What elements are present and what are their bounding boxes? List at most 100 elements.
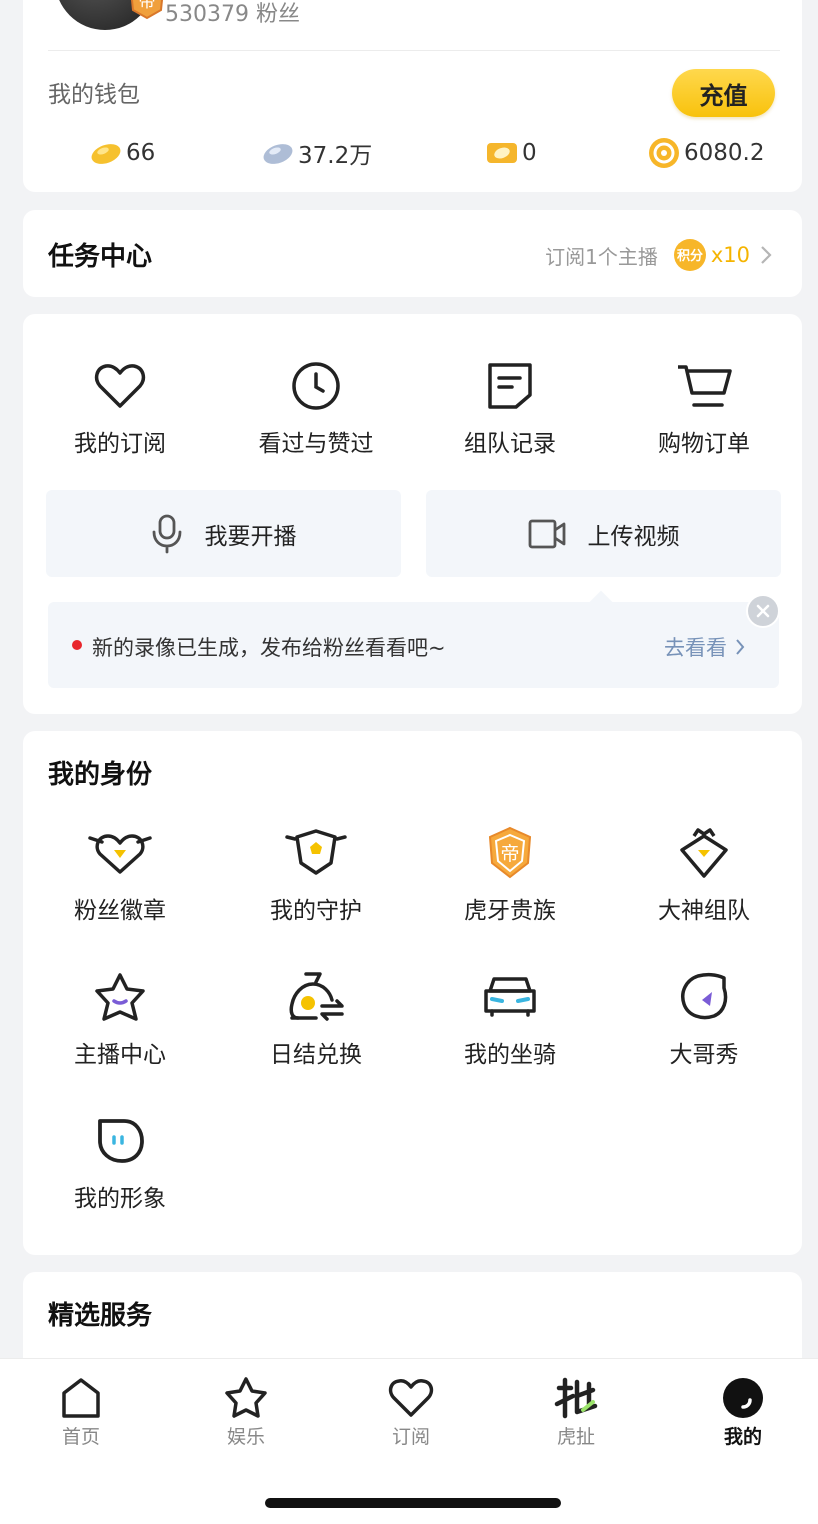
avatar-image-icon [98, 1119, 144, 1163]
chevron-right-icon [761, 246, 772, 264]
menu-label: 我的订阅 [74, 431, 166, 457]
identity-label: 我的坐骑 [464, 1042, 556, 1068]
wallet-ticket[interactable]: 0 [485, 135, 537, 171]
team-icon [680, 828, 728, 878]
red-dot [72, 640, 82, 650]
identity-label: 粉丝徽章 [74, 898, 166, 924]
home-indicator [265, 1498, 561, 1508]
divider [48, 50, 780, 51]
emperor-badge-icon: 帝 [130, 0, 164, 20]
home-icon [62, 1378, 100, 1418]
identity-label: 大神组队 [658, 898, 750, 924]
services-title: 精选服务 [48, 1301, 153, 1331]
notice-message: 新的录像已生成，发布给粉丝看看吧~ [92, 636, 446, 660]
fan-badge-icon [88, 834, 152, 874]
huya-coin-value: 6080.2 [684, 140, 765, 166]
chevron-right-icon [736, 639, 745, 655]
task-center-title: 任务中心 [48, 242, 153, 272]
silver-bean-icon [263, 144, 293, 164]
close-notice-button[interactable] [746, 594, 780, 628]
noble-icon: 帝 [488, 826, 532, 879]
tab-mine[interactable]: 我的 [683, 1376, 803, 1449]
video-camera-icon [528, 519, 565, 548]
go-see-label: 去看看 [664, 636, 727, 660]
wallet-huya-coin[interactable]: 6080.2 [647, 135, 764, 171]
star-icon [225, 1377, 267, 1418]
svg-text:帝: 帝 [139, 0, 156, 12]
identity-fan-badge[interactable]: 粉丝徽章 [30, 825, 210, 925]
go-see-link[interactable]: 去看看 [664, 632, 745, 662]
tab-label: 虎扯 [556, 1426, 595, 1448]
huya-coin-icon [649, 138, 679, 168]
identity-card: 我的身份 粉丝徽章 我的守护 帝 虎牙贵族 大神组队 主播中心 日结兑换 我的坐… [23, 731, 802, 1255]
identity-my-image[interactable]: 我的形象 [30, 1113, 210, 1213]
points-icon: 积分 [673, 239, 706, 271]
menu-label: 购物订单 [658, 431, 750, 457]
identity-my-mount[interactable]: 我的坐骑 [420, 969, 600, 1069]
identity-streamer-center[interactable]: 主播中心 [30, 969, 210, 1069]
recharge-button[interactable]: 充值 [672, 69, 775, 117]
task-center-card[interactable]: 任务中心 订阅1个主播 积分 x10 [23, 210, 802, 297]
identity-label: 主播中心 [74, 1042, 166, 1068]
fans-count[interactable]: 530379 粉丝 [165, 0, 300, 28]
gold-bean-value: 66 [126, 140, 156, 166]
menu-history[interactable]: 看过与赞过 [226, 360, 406, 458]
tab-label: 我的 [723, 1426, 762, 1448]
start-live-label: 我要开播 [204, 523, 297, 550]
points-multiplier: x10 [710, 243, 750, 267]
identity-label: 我的形象 [74, 1186, 166, 1212]
tab-subscribe[interactable]: 订阅 [351, 1376, 471, 1449]
tab-label: 首页 [61, 1426, 100, 1448]
recording-notice[interactable]: 新的录像已生成，发布给粉丝看看吧~ 去看看 [48, 602, 779, 688]
gold-bean-icon [91, 144, 121, 164]
show-icon [681, 972, 728, 1020]
mine-icon [723, 1378, 763, 1418]
identity-label: 虎牙贵族 [464, 898, 556, 924]
task-text: 订阅1个主播 [545, 244, 658, 269]
tab-label: 订阅 [391, 1426, 430, 1448]
note-icon [488, 363, 532, 409]
exchange-bag-icon [289, 972, 344, 1021]
start-live-button[interactable]: 我要开播 [46, 490, 401, 577]
upload-video-button[interactable]: 上传视频 [426, 490, 781, 577]
upload-video-label: 上传视频 [587, 523, 680, 550]
silver-bean-value: 37.2万 [298, 143, 373, 169]
wallet-silver-bean[interactable]: 37.2万 [261, 135, 372, 171]
menu-team-records[interactable]: 组队记录 [420, 360, 600, 458]
tab-huche[interactable]: 虎扯 [516, 1376, 636, 1449]
svg-text:帝: 帝 [500, 843, 519, 865]
menu-shopping-orders[interactable]: 购物订单 [614, 360, 794, 458]
identity-label: 大哥秀 [669, 1042, 739, 1068]
menu-label: 看过与赞过 [258, 431, 374, 457]
streamer-star-icon [95, 973, 145, 1021]
wallet-gold-bean[interactable]: 66 [89, 135, 155, 171]
identity-big-brother-show[interactable]: 大哥秀 [614, 969, 794, 1069]
identity-daily-exchange[interactable]: 日结兑换 [226, 969, 406, 1069]
svg-text:积分: 积分 [677, 248, 703, 264]
ticket-value: 0 [522, 140, 537, 166]
avatar[interactable]: 帝 [55, 0, 173, 30]
identity-label: 日结兑换 [270, 1042, 362, 1068]
identity-team[interactable]: 大神组队 [614, 825, 794, 925]
tab-home[interactable]: 首页 [21, 1376, 141, 1449]
cart-icon [678, 365, 732, 407]
tab-label: 娱乐 [226, 1426, 265, 1448]
task-reward[interactable]: 订阅1个主播 积分 x10 [545, 238, 772, 272]
identity-noble[interactable]: 帝 虎牙贵族 [420, 825, 600, 925]
bottom-tab-bar: 首页 娱乐 订阅 虎扯 我的 [0, 1358, 818, 1524]
tab-entertainment[interactable]: 娱乐 [186, 1376, 306, 1449]
clock-icon [292, 362, 340, 410]
quick-menu-card: 我的订阅 看过与赞过 组队记录 购物订单 我要开播 上传视频 新的录像已生成，发… [23, 314, 802, 714]
identity-my-guard[interactable]: 我的守护 [226, 825, 406, 925]
menu-my-subscriptions[interactable]: 我的订阅 [30, 360, 210, 458]
heart-icon [94, 364, 146, 408]
guard-icon [285, 829, 347, 875]
heart-icon [388, 1379, 434, 1417]
identity-title: 我的身份 [48, 760, 153, 790]
ticket-icon [487, 143, 517, 163]
menu-label: 组队记录 [464, 431, 556, 457]
close-icon [756, 604, 770, 618]
huche-icon [554, 1377, 598, 1419]
identity-label: 我的守护 [270, 898, 362, 924]
wallet-title: 我的钱包 [48, 82, 140, 108]
